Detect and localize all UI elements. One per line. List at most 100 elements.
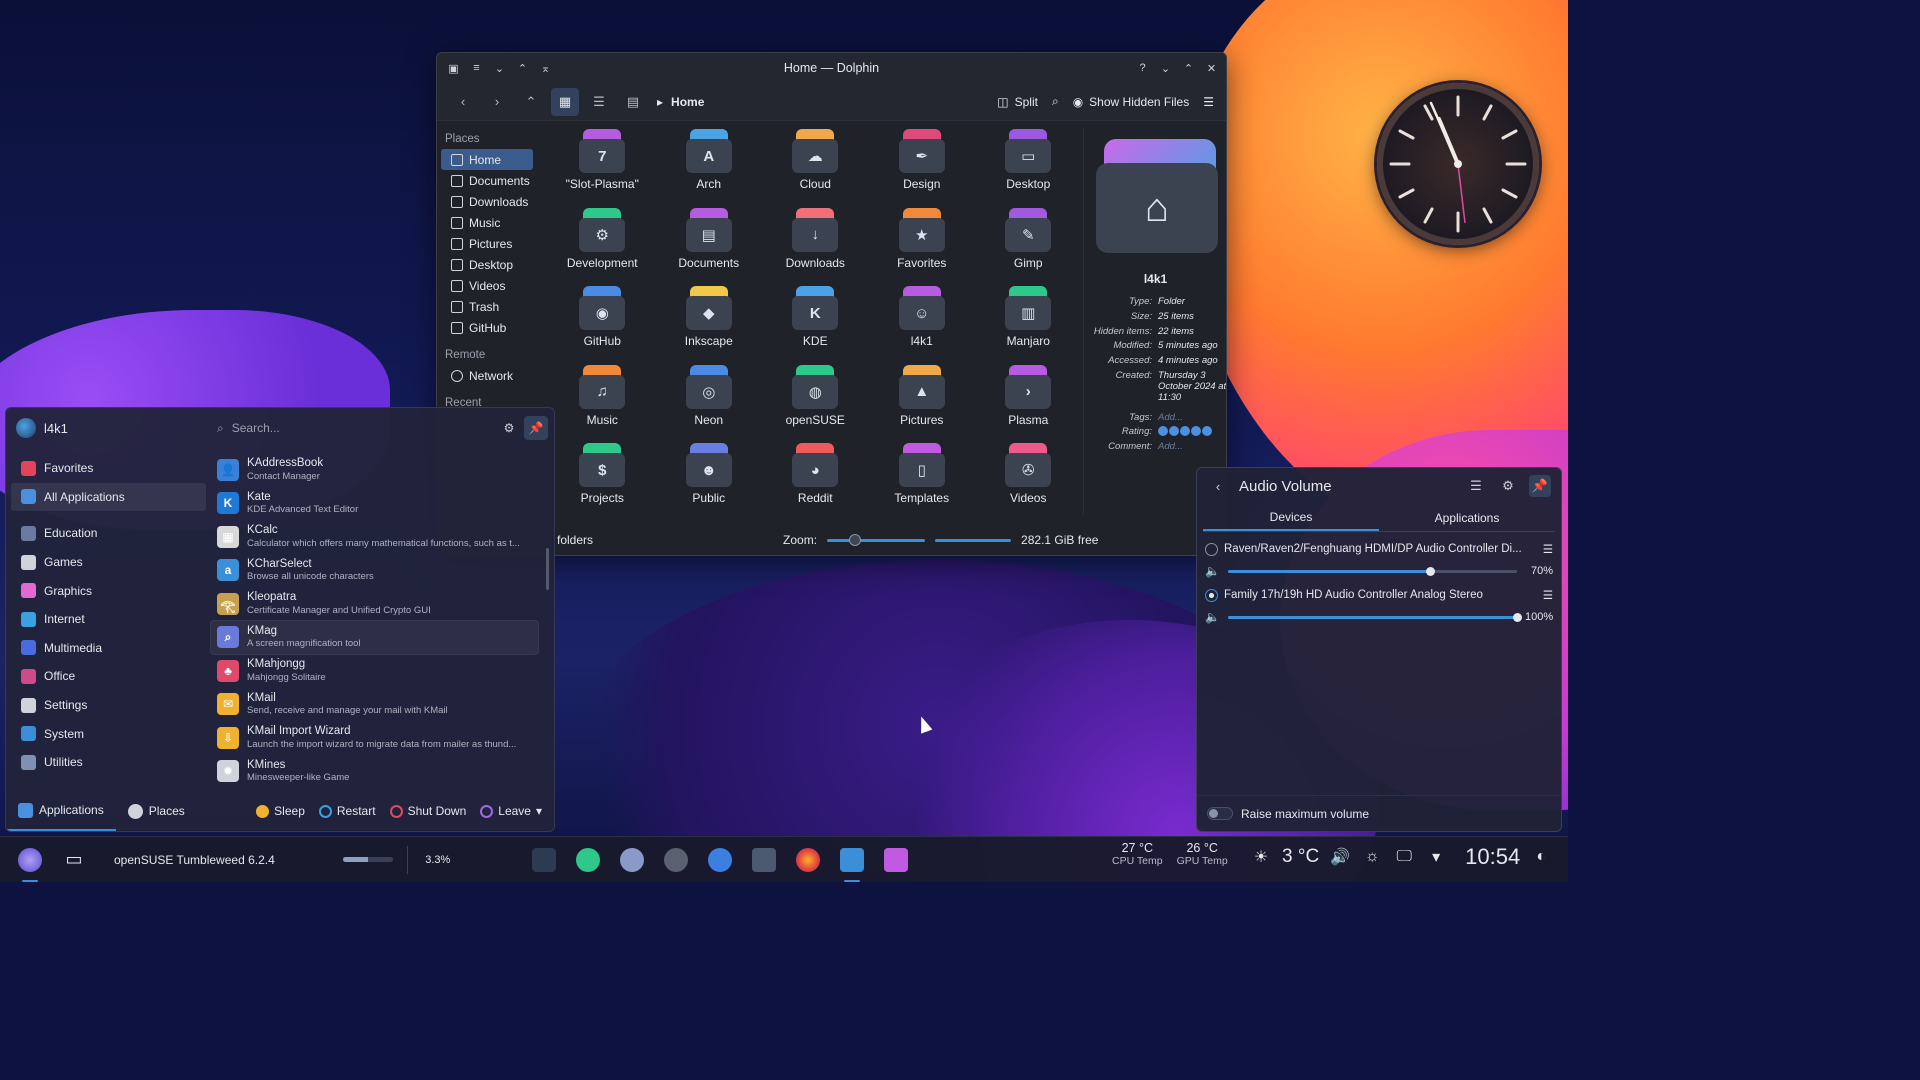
pin-icon[interactable]: 📌 xyxy=(1529,475,1551,497)
category-multimedia[interactable]: Multimedia xyxy=(11,634,206,663)
hamburger-menu-icon[interactable]: ☰ xyxy=(1203,95,1214,109)
folder-item[interactable]: ☻ Public xyxy=(656,443,763,522)
app-item[interactable]: a KCharSelect Browse all unicode character… xyxy=(211,554,538,588)
folder-item[interactable]: ☺ l4k1 xyxy=(869,286,976,365)
cpu-temp-sensor[interactable]: 27 °C CPU Temp xyxy=(1112,841,1163,867)
category-education[interactable]: Education xyxy=(11,519,206,548)
folder-item[interactable]: ▥ Manjaro xyxy=(975,286,1082,365)
tags-add-link[interactable]: Add... xyxy=(1158,412,1226,423)
folder-item[interactable]: $ Projects xyxy=(549,443,656,522)
sidebar-item-videos[interactable]: Videos xyxy=(441,275,533,296)
tokodon-task[interactable] xyxy=(572,844,604,876)
tab-applications[interactable]: Applications xyxy=(1379,504,1555,531)
icons-view-icon[interactable]: ▦ xyxy=(551,87,579,116)
split-button[interactable]: ◫ Split xyxy=(997,95,1038,109)
category-all-applications[interactable]: All Applications xyxy=(11,482,206,512)
network-icon[interactable]: 🖵 xyxy=(1393,846,1415,868)
settings-task[interactable] xyxy=(748,844,780,876)
menu-icon[interactable]: ☰ xyxy=(1465,475,1487,497)
volume-slider[interactable] xyxy=(1227,566,1517,576)
folder-item[interactable]: ↓ Downloads xyxy=(762,207,869,287)
folder-item[interactable]: ◎ Neon xyxy=(656,364,763,444)
app-item[interactable]: ⌕ KMag A screen magnification tool xyxy=(210,619,539,655)
folder-item[interactable]: ♫ Music xyxy=(549,364,656,444)
folder-item[interactable]: A Arch xyxy=(656,129,763,208)
avatar[interactable] xyxy=(16,418,36,438)
show-desktop-button[interactable]: ▭ xyxy=(58,844,90,876)
cpu-usage[interactable]: 3.3% xyxy=(422,844,454,876)
volume-slider[interactable] xyxy=(1227,612,1522,622)
category-utilities[interactable]: Utilities xyxy=(11,748,206,777)
forward-icon[interactable]: › xyxy=(483,88,511,116)
sleep-button[interactable]: Sleep xyxy=(256,804,305,818)
folder-item[interactable]: ◕ Reddit xyxy=(762,443,869,522)
pin-icon[interactable]: 📌 xyxy=(524,416,548,440)
folder-item[interactable]: ▤ Documents xyxy=(656,207,763,287)
zoom-slider[interactable] xyxy=(827,533,926,546)
sidebar-item-music[interactable]: Music xyxy=(441,212,533,233)
power-menu-icon[interactable]: ◐ xyxy=(1530,846,1552,868)
breadcrumb[interactable]: ▸ Home xyxy=(657,95,704,109)
app-item[interactable]: ✹ KMines Minesweeper-like Game xyxy=(211,755,538,789)
sidebar-item-network[interactable]: Network xyxy=(441,365,533,386)
gpu-temp-sensor[interactable]: 26 °C GPU Temp xyxy=(1177,841,1228,867)
sidebar-item-home[interactable]: Home xyxy=(441,149,533,170)
configure-icon[interactable]: ⚙ xyxy=(1497,475,1519,497)
dolphin-task[interactable] xyxy=(836,844,868,882)
volume-icon[interactable]: 🔊 xyxy=(1329,846,1351,868)
show-hidden-button[interactable]: ◉ Show Hidden Files xyxy=(1073,95,1190,109)
category-internet[interactable]: Internet xyxy=(11,605,206,634)
folder-item[interactable]: ▭ Desktop xyxy=(975,129,1082,208)
raise-max-toggle[interactable] xyxy=(1207,807,1233,820)
titlebar[interactable]: ▣ ≡ ⌄ ⌃ ⌅ Home — Dolphin ? ⌄ ⌃ ✕ xyxy=(437,53,1226,83)
system-monitor-task[interactable] xyxy=(528,844,560,876)
speaker-icon[interactable]: 🔈 xyxy=(1205,610,1220,624)
comment-add-link[interactable]: Add... xyxy=(1158,441,1226,452)
category-system[interactable]: System xyxy=(11,719,206,748)
sidebar-item-github[interactable]: GitHub xyxy=(441,317,533,338)
volume-slider-handle[interactable] xyxy=(1513,612,1522,622)
zoom-slider-handle[interactable] xyxy=(849,533,862,546)
category-favorites[interactable]: Favorites xyxy=(11,454,206,483)
default-device-radio[interactable] xyxy=(1205,588,1218,602)
weather-temp[interactable]: 3 °C xyxy=(1282,846,1319,868)
help-icon[interactable]: ? xyxy=(1134,60,1151,77)
device-menu-icon[interactable]: ☰ xyxy=(1543,542,1553,556)
app-item[interactable]: 👤 KAddressBook Contact Manager xyxy=(211,453,538,487)
folder-item[interactable]: K KDE xyxy=(762,286,869,365)
rating-stars[interactable] xyxy=(1158,426,1226,437)
active-window-title[interactable]: openSUSE Tumbleweed 6.2.4 xyxy=(114,853,275,867)
expand-tray-icon[interactable]: ▾ xyxy=(1425,846,1447,868)
scrollbar[interactable] xyxy=(546,548,549,590)
sidebar-item-pictures[interactable]: Pictures xyxy=(441,233,533,254)
brightness-icon[interactable]: ☼ xyxy=(1361,846,1383,868)
window-menu-icon[interactable]: ≡ xyxy=(468,60,485,77)
audio-volume-popup[interactable]: ‹ Audio Volume ☰ ⚙ 📌 Devices Application… xyxy=(1196,467,1562,832)
device-menu-icon[interactable]: ☰ xyxy=(1543,588,1553,602)
app-item[interactable]: 𓂀 Kleopatra Certificate Manager and Unifie… xyxy=(211,587,538,621)
firefox-task[interactable] xyxy=(792,844,824,876)
back-icon[interactable]: ‹ xyxy=(449,88,477,116)
tab-applications[interactable]: Applications xyxy=(6,791,116,831)
folder-item[interactable]: ★ Favorites xyxy=(869,207,976,287)
breadcrumb-home[interactable]: Home xyxy=(671,95,704,109)
search-input[interactable]: ⌕ Search... xyxy=(211,416,496,440)
keep-above-icon[interactable]: ⌃ xyxy=(514,60,531,77)
discover-task[interactable] xyxy=(616,844,648,876)
default-device-radio[interactable] xyxy=(1205,542,1218,556)
app-item[interactable]: ▦ KCalc Calculator which offers many mathe… xyxy=(211,520,538,554)
volume-slider-handle[interactable] xyxy=(1426,566,1436,576)
keep-below-icon[interactable]: ⌅ xyxy=(537,60,554,77)
folder-item[interactable]: 7 "Slot-Plasma" xyxy=(549,129,656,208)
application-launcher-button[interactable] xyxy=(14,844,46,882)
digital-clock[interactable]: 10:54 xyxy=(1465,844,1520,870)
dolphin-app-icon[interactable]: ▣ xyxy=(445,60,462,77)
category-graphics[interactable]: Graphics xyxy=(11,576,206,605)
minimize-icon[interactable]: ⌄ xyxy=(1157,60,1174,77)
close-icon[interactable]: ✕ xyxy=(1203,60,1220,77)
back-icon[interactable]: ‹ xyxy=(1207,475,1229,497)
application-launcher[interactable]: l4k1 ⌕ Search... ⚙ 📌 Favorites All Applic… xyxy=(5,407,555,832)
sidebar-item-desktop[interactable]: Desktop xyxy=(441,254,533,275)
folder-item[interactable]: ⚙ Development xyxy=(549,207,656,287)
app-item[interactable]: K Kate KDE Advanced Text Editor xyxy=(211,487,538,521)
